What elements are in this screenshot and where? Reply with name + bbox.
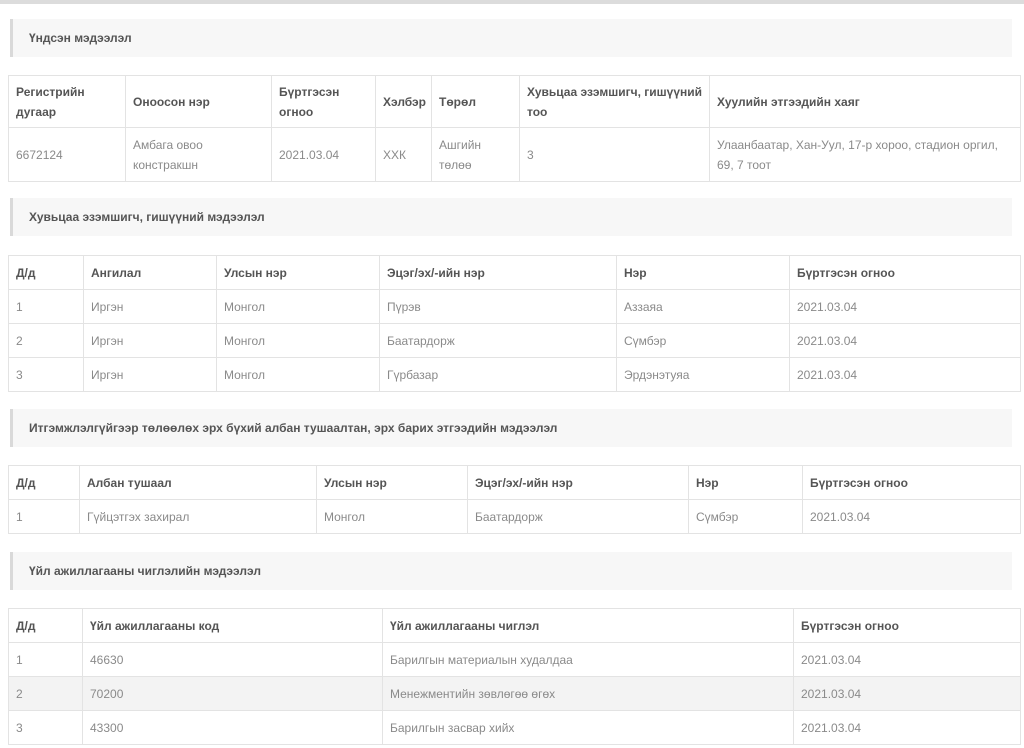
cell-parent-name: Гүрбазар [379, 357, 617, 392]
col-header-index: Д/д [8, 465, 80, 500]
col-header-first-name: Нэр [688, 465, 803, 500]
cell-position: Гүйцэтгэх захирал [79, 499, 317, 534]
shareholder-count: 3 [519, 127, 710, 182]
col-header-index: Д/д [8, 608, 83, 643]
cell-registered-date: 2021.03.04 [793, 642, 1021, 677]
section-heading-officials: Итгэмжлэлгүйгээр төлөөлөх эрх бүхий алба… [10, 409, 1012, 447]
basic-info-table: Регистрийн дугаар Оноосон нэр Бүртгэсэн … [8, 75, 1021, 182]
cell-registered-date: 2021.03.04 [793, 710, 1021, 745]
company-address: Улаанбаатар, Хан-Уул, 17-р хороо, стадио… [709, 127, 1021, 182]
cell-first-name: Сүмбэр [688, 499, 803, 534]
col-header-registered-date: Бүртгэсэн огноо [802, 465, 1021, 500]
table-row: 6672124 Амбага овоо констракшн 2021.03.0… [8, 127, 1021, 182]
table-row: 2 Иргэн Монгол Баатардорж Сүмбэр 2021.03… [8, 323, 1021, 358]
cell-activity-code: 43300 [82, 710, 383, 745]
col-header-parent-name: Эцэг/эх/-ийн нэр [379, 255, 617, 290]
table-header-row: Регистрийн дугаар Оноосон нэр Бүртгэсэн … [8, 75, 1021, 128]
cell-country: Монгол [216, 323, 380, 358]
cell-country: Монгол [216, 289, 380, 324]
table-row: 1 Иргэн Монгол Пүрэв Аззаяа 2021.03.04 [8, 289, 1021, 324]
col-header-registered-date: Бүртгэсэн огноо [793, 608, 1021, 643]
col-header-country: Улсын нэр [316, 465, 468, 500]
col-header-activity-code: Үйл ажиллагааны код [82, 608, 383, 643]
col-header-index: Д/д [8, 255, 84, 290]
table-header-row: Д/д Ангилал Улсын нэр Эцэг/эх/-ийн нэр Н… [8, 255, 1021, 290]
cell-index: 3 [8, 357, 84, 392]
col-header-registered-date: Бүртгэсэн огноо [271, 75, 376, 128]
cell-first-name: Эрдэнэтуяа [616, 357, 790, 392]
table-row: 3 Иргэн Монгол Гүрбазар Эрдэнэтуяа 2021.… [8, 357, 1021, 392]
activities-table: Д/д Үйл ажиллагааны код Үйл ажиллагааны … [8, 608, 1021, 745]
company-form: ХХК [375, 127, 432, 182]
col-header-shareholder-count: Хувьцаа эзэмшигч, гишүүний тоо [519, 75, 710, 128]
table-row: 1 46630 Барилгын материалын худалдаа 202… [8, 642, 1021, 677]
col-header-type: Төрөл [431, 75, 520, 128]
table-row: 3 43300 Барилгын засвар хийх 2021.03.04 [8, 710, 1021, 745]
cell-index: 2 [8, 676, 83, 711]
cell-category: Иргэн [83, 357, 217, 392]
table-row: 2 70200 Менежментийн зөвлөгөө өгөх 2021.… [8, 676, 1021, 711]
cell-index: 3 [8, 710, 83, 745]
col-header-first-name: Нэр [616, 255, 790, 290]
shareholders-table: Д/д Ангилал Улсын нэр Эцэг/эх/-ийн нэр Н… [8, 255, 1021, 392]
cell-parent-name: Баатардорж [379, 323, 617, 358]
section-heading-shareholders: Хувьцаа эзэмшигч, гишүүний мэдээлэл [10, 198, 1012, 236]
cell-activity-field: Барилгын засвар хийх [382, 710, 794, 745]
top-border [0, 0, 1024, 4]
col-header-country: Улсын нэр [216, 255, 380, 290]
cell-category: Иргэн [83, 289, 217, 324]
cell-activity-field: Барилгын материалын худалдаа [382, 642, 794, 677]
col-header-address: Хуулийн этгээдийн хаяг [709, 75, 1021, 128]
company-type: Ашгийн төлөө [431, 127, 520, 182]
cell-registered-date: 2021.03.04 [789, 357, 1021, 392]
cell-category: Иргэн [83, 323, 217, 358]
col-header-name: Оноосон нэр [125, 75, 272, 128]
registered-date: 2021.03.04 [271, 127, 376, 182]
cell-parent-name: Баатардорж [467, 499, 689, 534]
cell-index: 2 [8, 323, 84, 358]
col-header-registry-number: Регистрийн дугаар [8, 75, 126, 128]
officials-table: Д/д Албан тушаал Улсын нэр Эцэг/эх/-ийн … [8, 465, 1021, 534]
cell-registered-date: 2021.03.04 [789, 289, 1021, 324]
cell-country: Монгол [316, 499, 468, 534]
section-heading-basic: Үндсэн мэдээлэл [10, 19, 1012, 57]
table-row: 1 Гүйцэтгэх захирал Монгол Баатардорж Сү… [8, 499, 1021, 534]
col-header-position: Албан тушаал [79, 465, 317, 500]
col-header-registered-date: Бүртгэсэн огноо [789, 255, 1021, 290]
cell-index: 1 [8, 289, 84, 324]
section-heading-activities: Үйл ажиллагааны чиглэлийн мэдээлэл [10, 552, 1012, 590]
cell-country: Монгол [216, 357, 380, 392]
cell-activity-code: 70200 [82, 676, 383, 711]
cell-index: 1 [8, 642, 83, 677]
cell-first-name: Сүмбэр [616, 323, 790, 358]
col-header-activity-field: Үйл ажиллагааны чиглэл [382, 608, 794, 643]
cell-activity-field: Менежментийн зөвлөгөө өгөх [382, 676, 794, 711]
cell-registered-date: 2021.03.04 [802, 499, 1021, 534]
col-header-parent-name: Эцэг/эх/-ийн нэр [467, 465, 689, 500]
cell-activity-code: 46630 [82, 642, 383, 677]
col-header-category: Ангилал [83, 255, 217, 290]
cell-first-name: Аззаяа [616, 289, 790, 324]
cell-registered-date: 2021.03.04 [789, 323, 1021, 358]
table-header-row: Д/д Албан тушаал Улсын нэр Эцэг/эх/-ийн … [8, 465, 1021, 500]
cell-registered-date: 2021.03.04 [793, 676, 1021, 711]
registry-number: 6672124 [8, 127, 126, 182]
cell-index: 1 [8, 499, 80, 534]
table-header-row: Д/д Үйл ажиллагааны код Үйл ажиллагааны … [8, 608, 1021, 643]
cell-parent-name: Пүрэв [379, 289, 617, 324]
company-name: Амбага овоо констракшн [125, 127, 272, 182]
col-header-form: Хэлбэр [375, 75, 432, 128]
